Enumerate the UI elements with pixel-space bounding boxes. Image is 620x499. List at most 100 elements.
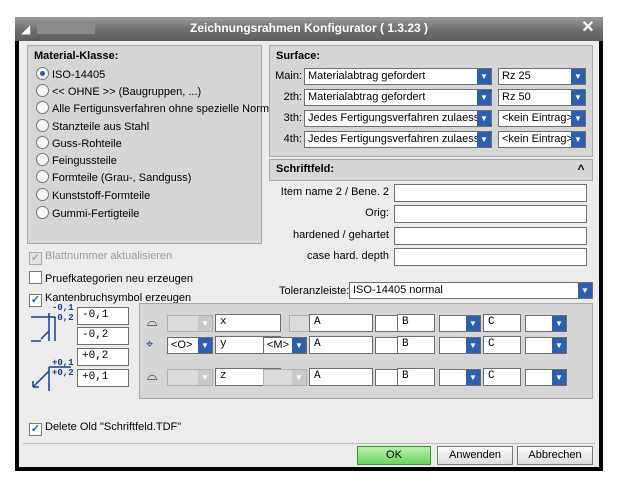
radio-icon[interactable] [36, 119, 49, 132]
radio-icon[interactable] [36, 153, 49, 166]
material-option-3[interactable]: Stanzteile aus Stahl [36, 119, 149, 135]
surface-4th-rz-select[interactable]: <kein Eintrag> ▼ [498, 131, 586, 148]
collapse-icon[interactable]: ^ [574, 162, 588, 176]
neg-tol-field-1[interactable]: -0,1 [77, 307, 129, 325]
surface-3th-rz-select[interactable]: <kein Eintrag> ▼ [498, 110, 586, 127]
chevron-down-icon[interactable]: ▼ [477, 69, 491, 84]
orig-input[interactable] [394, 205, 587, 223]
gdt-row2-datum2-input[interactable]: B [397, 336, 435, 354]
chevron-down-icon: ▼ [198, 316, 212, 331]
case-hard-input[interactable] [394, 248, 587, 266]
surface-main-rz-select[interactable]: Rz 25 ▼ [498, 68, 586, 85]
material-option-8[interactable]: Gummi-Fertigteile [36, 206, 139, 222]
chevron-down-icon[interactable]: ▼ [477, 90, 491, 105]
gdt-row1-datum2-select[interactable]: ▼ [439, 315, 481, 332]
material-option-6[interactable]: Formteile (Grau-, Sandguss) [36, 170, 191, 186]
chevron-down-icon[interactable]: ▼ [571, 90, 585, 105]
chevron-down-icon[interactable]: ▼ [477, 132, 491, 147]
orig-label: Orig: [365, 207, 389, 219]
radio-icon[interactable] [36, 136, 49, 149]
schriftfeld-header[interactable]: Schriftfeld: ^ [269, 159, 593, 180]
surface-panel: Surface: Main: Materialabtrag gefordert ▼… [269, 45, 593, 157]
checkbox-checked-icon[interactable]: ✓ [29, 423, 42, 436]
gdt-row3-datum3-select[interactable]: ▼ [525, 369, 567, 386]
material-option-1[interactable]: << OHNE >> (Baugruppen, ...) [36, 84, 201, 100]
cancel-button[interactable]: Abbrechen [517, 446, 593, 465]
gdt-row1-datum1-input[interactable]: A [309, 314, 373, 332]
gdt-row2-mod2-select[interactable]: <M> ▼ [263, 337, 307, 354]
position-icon: ⌖ [146, 336, 154, 351]
ok-button[interactable]: OK [357, 446, 431, 465]
material-option-0[interactable]: ISO-14405 [36, 67, 105, 83]
chevron-down-icon[interactable]: ▼ [198, 338, 212, 353]
surface-3th-select[interactable]: Jedes Fertigungsverfahren zulaessig ▼ [304, 110, 492, 127]
chevron-down-icon[interactable]: ▼ [552, 338, 566, 353]
neg-tol-field-2[interactable]: -0,2 [77, 327, 129, 345]
gdt-row1-datum3-input[interactable]: C [483, 314, 521, 332]
gdt-row1-datum3-select[interactable]: ▼ [525, 315, 567, 332]
surface-4th-label: 4th: [283, 133, 302, 145]
surface-main-select[interactable]: Materialabtrag gefordert ▼ [304, 68, 492, 85]
pos-tol-field-1[interactable]: +0,2 [77, 348, 129, 366]
chevron-down-icon[interactable]: ▼ [292, 338, 306, 353]
radio-icon[interactable] [36, 170, 49, 183]
gdt-row2-datum1-input[interactable]: A [309, 336, 373, 354]
gdt-row3-datum3-input[interactable]: C [483, 368, 521, 386]
radio-icon[interactable] [36, 101, 49, 114]
gdt-row1-datum2-input[interactable]: B [397, 314, 435, 332]
material-option-5[interactable]: Feingussteile [36, 153, 117, 169]
chevron-down-icon[interactable]: ▼ [477, 111, 491, 126]
divider [23, 443, 595, 444]
neg-tol-top-label: -0,1 [52, 303, 74, 313]
checkbox-icon[interactable] [29, 271, 42, 284]
blattnummer-checkbox[interactable]: ✓ Blattnummer aktualisieren [29, 250, 172, 265]
window-title: Zeichnungsrahmen Konfigurator ( 1.3.23 ) [189, 21, 429, 35]
delete-old-checkbox[interactable]: ✓ Delete Old "Schriftfeld.TDF" [29, 421, 181, 436]
radio-icon[interactable] [36, 84, 49, 97]
gdt-row1-axis-input[interactable]: x [215, 314, 281, 332]
surface-2th-select[interactable]: Materialabtrag gefordert ▼ [304, 89, 492, 106]
hardened-label: hardened / gehartet [292, 229, 389, 241]
pruefkategorien-checkbox[interactable]: Pruefkategorien neu erzeugen [29, 271, 193, 285]
toleranzleiste-select[interactable]: ISO-14405 normal ▼ [349, 282, 593, 299]
material-class-panel: Material-Klasse: ISO-14405 << OHNE >> (B… [27, 45, 269, 244]
chevron-down-icon[interactable]: ▼ [571, 69, 585, 84]
chevron-down-icon[interactable]: ▼ [466, 370, 480, 385]
chevron-down-icon[interactable]: ▼ [571, 111, 585, 126]
surface-4th-select[interactable]: Jedes Fertigungsverfahren zulaessig ▼ [304, 131, 492, 148]
chevron-down-icon[interactable]: ▼ [466, 316, 480, 331]
title-bar[interactable]: ◢ Zeichnungsrahmen Konfigurator ( 1.3.23… [15, 17, 603, 41]
hardened-input[interactable] [394, 227, 587, 245]
material-option-7[interactable]: Kunststoff-Formteile [36, 188, 150, 204]
surface-3th-label: 3th: [283, 112, 302, 124]
radio-icon[interactable] [36, 188, 49, 201]
gdt-row3-datum2-input[interactable]: B [397, 368, 435, 386]
material-option-2[interactable]: Alle Fertigunsverfahren ohne spezielle N… [36, 101, 269, 117]
radio-selected-icon[interactable] [36, 67, 49, 80]
surface-2th-label: 2th: [283, 91, 302, 103]
gdt-row3-datum1-input[interactable]: A [309, 368, 373, 386]
checkbox-checked-icon[interactable]: ✓ [29, 252, 42, 265]
surface-2th-rz-select[interactable]: Rz 50 ▼ [498, 89, 586, 106]
profile-icon: ⌓ [147, 314, 158, 329]
radio-icon[interactable] [36, 206, 49, 219]
material-class-title: Material-Klasse: [34, 50, 119, 62]
gdt-row3-datum2-select[interactable]: ▼ [439, 369, 481, 386]
chevron-down-icon[interactable]: ▼ [552, 316, 566, 331]
gdt-row2-datum3-select[interactable]: ▼ [525, 337, 567, 354]
close-icon[interactable]: ✕ [579, 19, 597, 37]
chevron-down-icon: ▼ [292, 370, 306, 385]
gdt-row2-mod1-select[interactable]: <O> ▼ [167, 337, 213, 354]
material-option-4[interactable]: Guss-Rohteile [36, 136, 122, 152]
pos-tol-field-2[interactable]: +0,1 [77, 369, 129, 387]
chevron-down-icon[interactable]: ▼ [578, 283, 592, 298]
item-name-input[interactable] [394, 184, 587, 202]
chevron-down-icon[interactable]: ▼ [552, 370, 566, 385]
surface-title: Surface: [276, 50, 321, 62]
chevron-down-icon[interactable]: ▼ [571, 132, 585, 147]
apply-button[interactable]: Anwenden [437, 446, 513, 465]
gdt-row2-datum3-input[interactable]: C [483, 336, 521, 354]
dialog-window: ◢ Zeichnungsrahmen Konfigurator ( 1.3.23… [15, 17, 603, 471]
gdt-row2-datum2-select[interactable]: ▼ [439, 337, 481, 354]
chevron-down-icon[interactable]: ▼ [466, 338, 480, 353]
